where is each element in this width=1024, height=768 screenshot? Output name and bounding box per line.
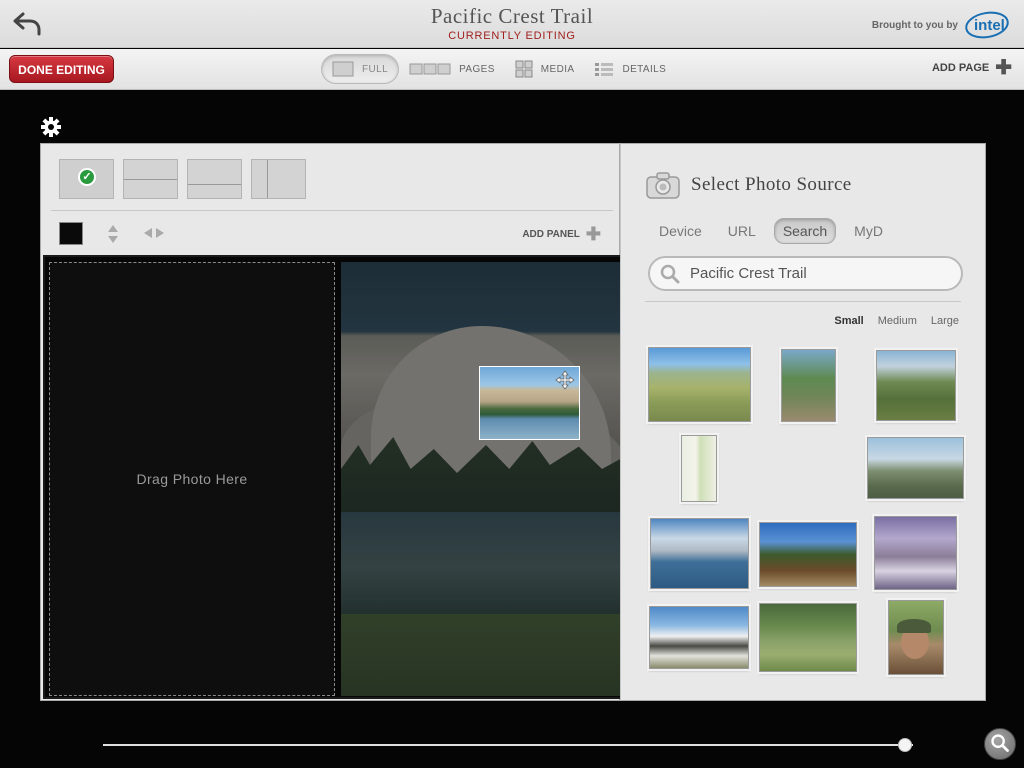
photo-drop-zone[interactable]: Drag Photo Here: [49, 262, 335, 696]
divider: [51, 210, 613, 211]
layout-single[interactable]: ✓: [59, 159, 114, 199]
pages-icon: [409, 63, 451, 75]
layout-two-columns[interactable]: [251, 159, 306, 199]
panel-color-swatch[interactable]: [59, 222, 83, 245]
tab-url[interactable]: URL: [720, 219, 764, 243]
photo-search-input[interactable]: Pacific Crest Trail: [648, 256, 963, 291]
plus-icon: ✚: [585, 224, 601, 244]
gear-icon[interactable]: [40, 116, 62, 138]
search-result-photo[interactable]: [759, 522, 857, 587]
view-tabs: FULL PAGES MEDIA DETAILS: [321, 54, 676, 84]
document-title: Pacific Crest Trail: [430, 4, 594, 28]
divider: [645, 301, 961, 302]
tab-device[interactable]: Device: [651, 219, 710, 243]
layout-picker: ✓: [59, 159, 315, 199]
move-up-down-icon[interactable]: [107, 224, 119, 244]
tab-details-label: DETAILS: [622, 63, 667, 75]
photo-overlay: [341, 262, 627, 696]
zoom-slider-handle[interactable]: [897, 738, 912, 752]
tab-media[interactable]: MEDIA: [505, 54, 585, 84]
add-page-label: ADD PAGE: [931, 62, 990, 74]
photo-source-title: Select Photo Source: [691, 174, 852, 195]
search-result-photo[interactable]: [681, 435, 717, 502]
layout-divider: [188, 184, 241, 185]
editor-toolbar: DONE EDITING FULL PAGES MEDIA DETAILS AD…: [0, 49, 1024, 90]
photo-cap: [897, 619, 931, 633]
tab-full[interactable]: FULL: [321, 54, 400, 84]
zoom-button[interactable]: [984, 728, 1016, 760]
editing-status: CURRENTLY EDITING: [448, 30, 576, 42]
search-query: Pacific Crest Trail: [690, 265, 807, 282]
tab-search[interactable]: Search: [773, 218, 837, 244]
magnifier-icon: [991, 734, 1009, 752]
check-icon: ✓: [78, 168, 96, 186]
search-result-photo[interactable]: [874, 516, 957, 590]
layout-divider: [267, 160, 268, 198]
thumbnail-size-options: Small Medium Large: [820, 315, 959, 327]
media-grid-icon: [515, 60, 533, 78]
move-icon: [555, 370, 575, 390]
title-block: Pacific Crest Trail CURRENTLY EDITING: [0, 4, 1024, 42]
intel-logo-text: intel: [974, 17, 1005, 34]
photo-source-header: Select Photo Source: [645, 170, 852, 200]
search-result-photo[interactable]: [888, 600, 944, 675]
search-icon: [660, 264, 680, 283]
layout-two-rows[interactable]: [123, 159, 178, 199]
layout-divider: [124, 179, 177, 180]
search-result-photo[interactable]: [876, 350, 956, 421]
search-result-photo[interactable]: [867, 437, 964, 499]
details-list-icon: [595, 63, 614, 76]
add-page-button[interactable]: ADD PAGE ✚: [931, 57, 1012, 79]
full-page-icon: [332, 61, 354, 77]
camera-icon: [646, 172, 680, 199]
tab-media-label: MEDIA: [540, 63, 575, 75]
tab-details[interactable]: DETAILS: [584, 54, 676, 84]
search-result-photo[interactable]: [781, 349, 836, 422]
tab-pages-label: PAGES: [459, 63, 495, 75]
placed-photo-mountain-lake[interactable]: [341, 262, 627, 696]
source-tabs: Device URL Search MyD: [651, 218, 901, 244]
search-result-photo[interactable]: [759, 603, 857, 672]
search-result-photo[interactable]: [649, 606, 749, 669]
brand-text: Brought to you by: [871, 19, 958, 31]
add-panel-label: ADD PANEL: [522, 229, 580, 240]
size-large[interactable]: Large: [931, 315, 959, 327]
page-canvas: Drag Photo Here: [43, 255, 629, 699]
sponsor-brand: Brought to you by intel: [872, 10, 1010, 40]
search-result-photo[interactable]: [648, 347, 751, 422]
intel-logo: intel: [965, 11, 1009, 39]
title-bar: Pacific Crest Trail CURRENTLY EDITING Br…: [0, 0, 1024, 48]
dragging-photo-thumbnail[interactable]: [479, 366, 580, 440]
tab-pages[interactable]: PAGES: [399, 54, 505, 84]
zoom-slider-track[interactable]: [103, 744, 913, 746]
size-medium[interactable]: Medium: [878, 315, 917, 327]
search-result-photo[interactable]: [650, 518, 749, 589]
done-editing-button[interactable]: DONE EDITING: [9, 55, 114, 83]
add-panel-button[interactable]: ADD PANEL ✚: [522, 224, 601, 245]
drop-zone-label: Drag Photo Here: [136, 471, 248, 487]
tab-full-label: FULL: [362, 63, 389, 75]
move-left-right-icon[interactable]: [143, 227, 165, 239]
layout-two-rows-alt[interactable]: [187, 159, 242, 199]
plus-icon: ✚: [995, 57, 1012, 79]
size-small[interactable]: Small: [834, 315, 863, 327]
tab-myd[interactable]: MyD: [846, 219, 891, 243]
